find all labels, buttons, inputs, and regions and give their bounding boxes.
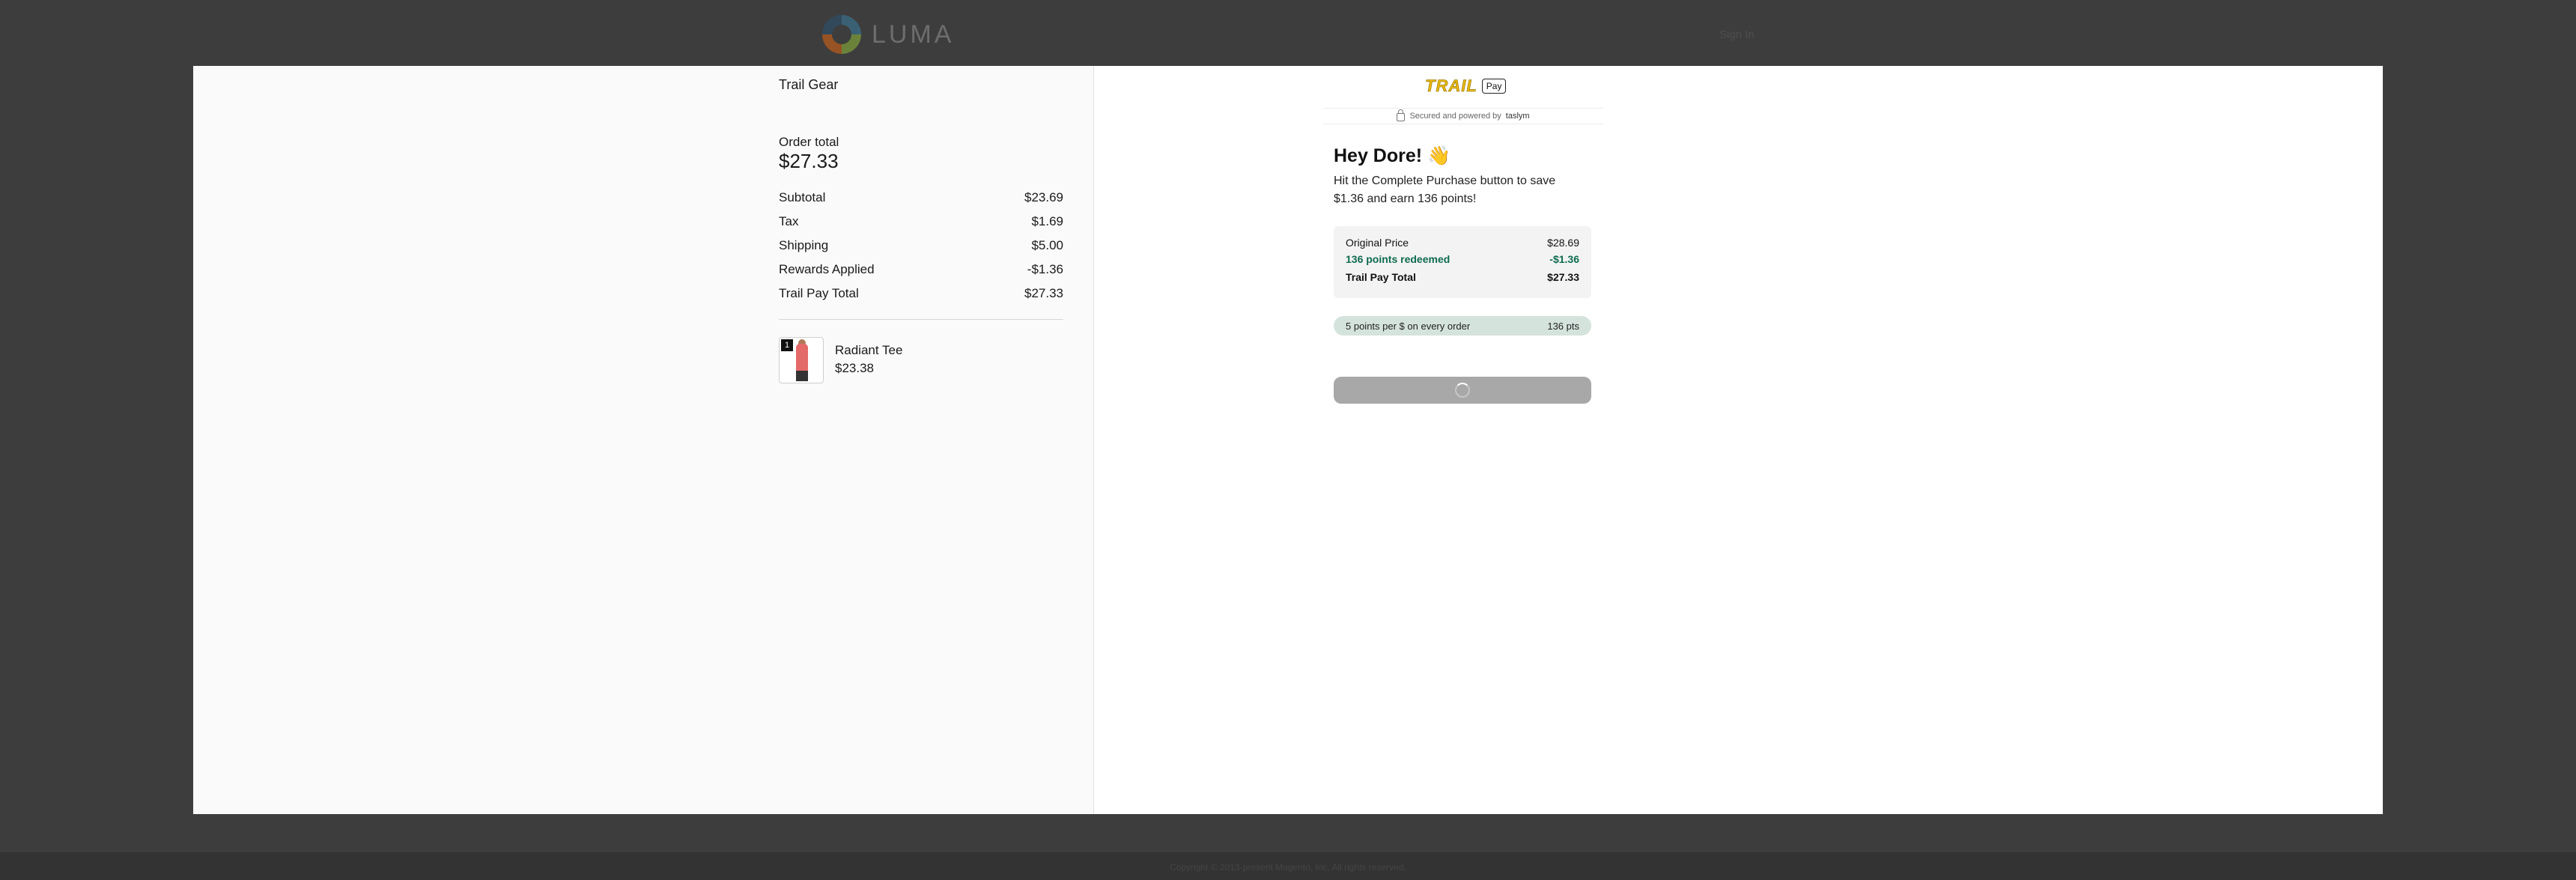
summary-label: Shipping [779,238,829,252]
summary-value: $27.33 [1024,286,1063,300]
summary-value: $5.00 [1031,238,1063,252]
summary-label: Trail Pay Total [779,286,859,300]
lock-icon [1397,109,1406,121]
summary-label: Subtotal [779,190,826,204]
loading-spinner-icon [1455,383,1470,398]
line-item: 1 Radiant Tee $23.38 [779,337,1063,383]
trailpay-logo: TRAIL Pay [1425,76,1507,96]
summary-value: $23.69 [1024,190,1063,204]
order-total-value: $27.33 [779,150,839,172]
order-summary-list: Subtotal $23.69 Tax $1.69 Shipping $5.00… [779,186,1063,306]
summary-row-shipping: Shipping $5.00 [779,234,1063,258]
product-thumbnail: 1 [779,337,824,383]
summary-label: Rewards Applied [779,262,875,276]
trailpay-pane: TRAIL Pay Secured and powered by taslym … [1094,66,2383,814]
summary-row-rewards: Rewards Applied -$1.36 [779,258,1063,282]
summary-divider [779,319,1063,320]
greeting-heading: Hey Dore! 👋 [1334,145,1451,166]
points-earned-pill: 5 points per $ on every order 136 pts [1334,316,1591,336]
secured-banner: Secured and powered by taslym [1323,108,1603,124]
summary-label: Tax [779,214,799,228]
copyright-text: Copyright © 2013-present Magento, Inc. A… [1170,862,1406,873]
site-footer: Copyright © 2013-present Magento, Inc. A… [0,852,2576,880]
summary-row-trailpay-total: Trail Pay Total $27.33 [779,282,1063,306]
price-breakdown-card: Original Price $28.69 136 points redeeme… [1334,226,1591,298]
summary-value: -$1.36 [1027,262,1063,276]
price-row-original: Original Price $28.69 [1346,237,1579,249]
price-label: Trail Pay Total [1346,271,1416,283]
summary-row-subtotal: Subtotal $23.69 [779,186,1063,210]
brand-badge: Pay [1481,79,1507,94]
price-row-total: Trail Pay Total $27.33 [1346,271,1579,283]
store-name: Trail Gear [779,77,839,92]
item-name: Radiant Tee [835,343,903,357]
summary-value: $1.69 [1031,214,1063,228]
price-value: -$1.36 [1549,253,1579,265]
price-value: $28.69 [1547,237,1579,249]
order-summary-pane: Trail Gear Order total $27.33 Subtotal $… [193,66,1094,814]
checkout-modal: Trail Gear Order total $27.33 Subtotal $… [193,66,2383,814]
price-value: $27.33 [1547,271,1579,283]
secured-text: Secured and powered by [1409,112,1501,121]
order-total-label: Order total [779,135,839,149]
price-label: 136 points redeemed [1346,253,1450,265]
tee-image [796,344,808,372]
site-header: LUMA Sign In [0,0,2576,66]
signin-link[interactable]: Sign In [1719,28,1755,41]
model-legs [796,371,808,381]
brand-name: TRAIL [1425,76,1477,96]
complete-purchase-button[interactable] [1334,377,1591,404]
quantity-badge: 1 [781,339,793,351]
price-row-points-redeemed: 136 points redeemed -$1.36 [1346,253,1579,265]
price-label: Original Price [1346,237,1409,249]
summary-row-tax: Tax $1.69 [779,210,1063,234]
logo-text: LUMA [872,19,955,49]
points-rate: 5 points per $ on every order [1346,320,1471,332]
powered-brand: taslym [1505,112,1530,121]
luma-logo[interactable]: LUMA [822,15,954,54]
item-price: $23.38 [835,361,874,375]
points-earned: 136 pts [1547,320,1579,332]
luma-logo-icon [822,15,861,54]
greeting-subtitle: Hit the Complete Purchase button to save… [1334,175,1556,205]
